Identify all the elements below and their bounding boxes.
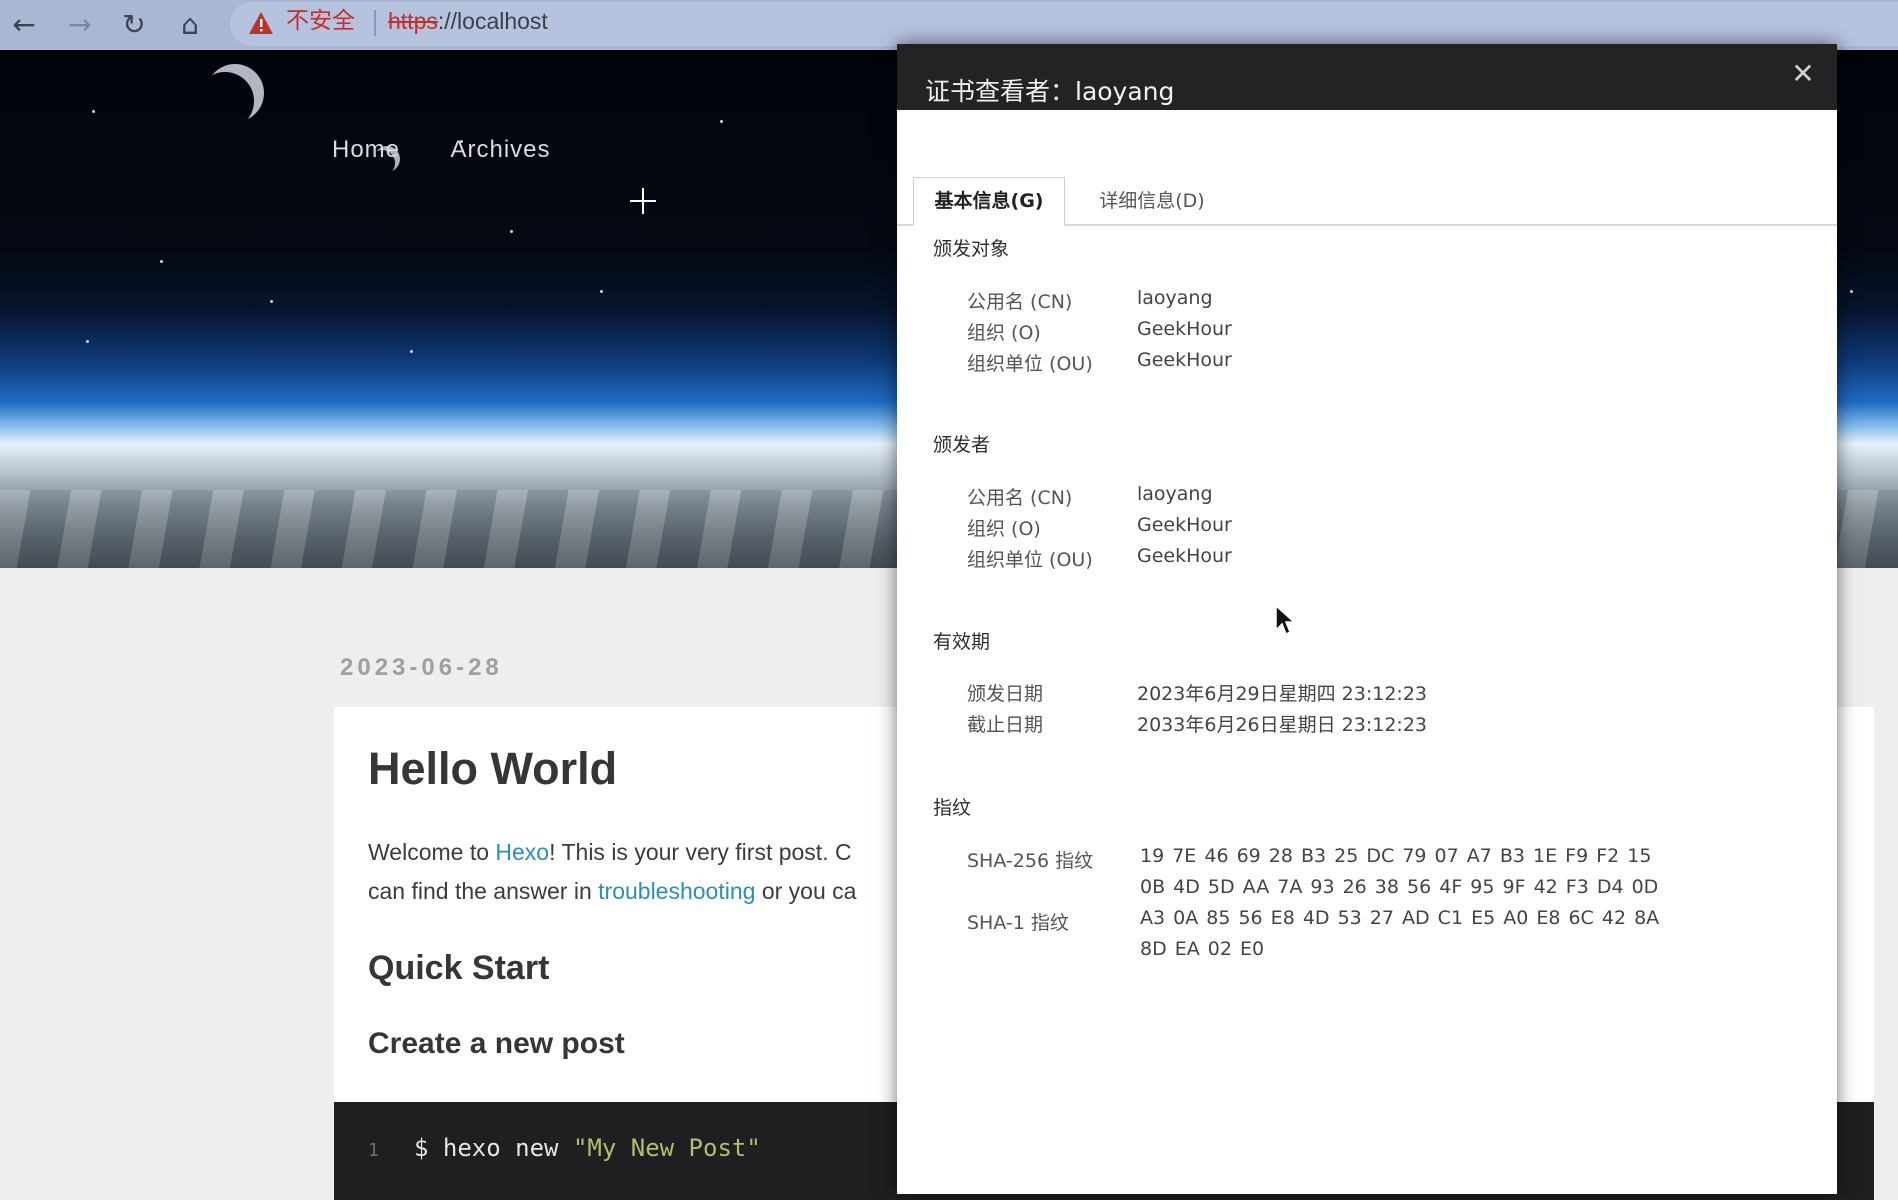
security-warning-label[interactable]: 不安全 xyxy=(286,4,355,38)
reload-icon[interactable]: ↻ xyxy=(112,3,156,45)
browser-toolbar: ← → ↻ ⌂ 不安全 https://localhost xyxy=(0,0,1898,50)
issued-by-ou-label: 组织单位 (OU) xyxy=(967,549,1093,571)
issued-to-ou-label: 组织单位 (OU) xyxy=(967,353,1093,375)
back-arrow-icon[interactable]: ← xyxy=(2,3,46,45)
code-line: $ hexo new "My New Post" xyxy=(414,1134,761,1162)
sha256-value: 19 7E 46 69 28 B3 25 DC 79 07 A7 B3 1E F… xyxy=(1140,845,1659,898)
issued-to-o-label: 组织 (O) xyxy=(967,322,1041,344)
warning-icon xyxy=(249,12,273,34)
url-text[interactable]: https://localhost xyxy=(388,4,548,38)
post-body: Welcome to Hexo! This is your very first… xyxy=(368,833,928,911)
dialog-titlebar: 证书查看者：laoyang ✕ xyxy=(897,44,1837,110)
quick-start-heading: Quick Start xyxy=(368,949,550,987)
sha1-value: A3 0A 85 56 E8 4D 53 27 AD C1 E5 A0 E8 6… xyxy=(1140,907,1660,960)
hexo-link[interactable]: Hexo xyxy=(495,839,549,865)
issue-date-value: 2023年6月29日星期四 23:12:23 xyxy=(1137,683,1427,705)
mouse-cursor-icon xyxy=(1275,604,1296,636)
site-nav: Home Archives xyxy=(332,136,597,164)
code-line-number: 1 xyxy=(368,1140,379,1161)
issued-to-title: 颁发对象 xyxy=(933,238,1010,260)
issued-by-title: 颁发者 xyxy=(933,434,991,456)
forward-arrow-icon[interactable]: → xyxy=(58,3,102,45)
moon-graphic xyxy=(206,64,264,122)
issued-by-o-value: GeekHour xyxy=(1137,514,1232,536)
post-title[interactable]: Hello World xyxy=(368,743,617,795)
certificate-viewer-dialog: 证书查看者：laoyang ✕ 基本信息(G) 详细信息(D) 颁发对象 公用名… xyxy=(897,44,1837,1194)
nav-home-link[interactable]: Home xyxy=(332,136,400,164)
bright-star-graphic xyxy=(630,188,656,214)
address-separator xyxy=(374,10,376,36)
sha256-label: SHA-256 指纹 xyxy=(967,850,1094,872)
issue-date-label: 颁发日期 xyxy=(967,683,1044,705)
tab-general[interactable]: 基本信息(G) xyxy=(913,177,1065,226)
post-paragraph-line: Welcome to Hexo! This is your very first… xyxy=(368,839,852,865)
home-icon[interactable]: ⌂ xyxy=(168,3,212,45)
sha1-label: SHA-1 指纹 xyxy=(967,912,1069,934)
issued-to-o-value: GeekHour xyxy=(1137,318,1232,340)
tab-details[interactable]: 详细信息(D) xyxy=(1077,178,1227,224)
code-string: "My New Post" xyxy=(572,1134,761,1162)
url-scheme: https xyxy=(388,8,438,34)
expiry-date-value: 2033年6月26日星期日 23:12:23 xyxy=(1137,714,1427,736)
issued-by-ou-value: GeekHour xyxy=(1137,545,1232,567)
issued-to-cn-label: 公用名 (CN) xyxy=(967,291,1073,313)
nav-archives-link[interactable]: Archives xyxy=(450,136,550,164)
fingerprints-title: 指纹 xyxy=(933,797,972,819)
expiry-date-label: 截止日期 xyxy=(967,714,1044,736)
create-post-heading: Create a new post xyxy=(368,1027,625,1060)
issued-to-ou-value: GeekHour xyxy=(1137,349,1232,371)
validity-title: 有效期 xyxy=(933,631,991,653)
url-host: ://localhost xyxy=(437,8,548,34)
issued-by-cn-value: laoyang xyxy=(1137,483,1213,505)
issued-by-cn-label: 公用名 (CN) xyxy=(967,487,1073,509)
issued-to-cn-value: laoyang xyxy=(1137,287,1213,309)
dialog-title: 证书查看者：laoyang xyxy=(925,77,1175,106)
troubleshooting-link[interactable]: troubleshooting xyxy=(598,878,755,904)
post-paragraph-line: can find the answer in troubleshooting o… xyxy=(368,878,857,904)
post-date: 2023-06-28 xyxy=(340,654,503,681)
dialog-tabs: 基本信息(G) 详细信息(D) xyxy=(897,110,1837,226)
issued-by-o-label: 组织 (O) xyxy=(967,518,1041,540)
close-icon[interactable]: ✕ xyxy=(1787,58,1819,90)
